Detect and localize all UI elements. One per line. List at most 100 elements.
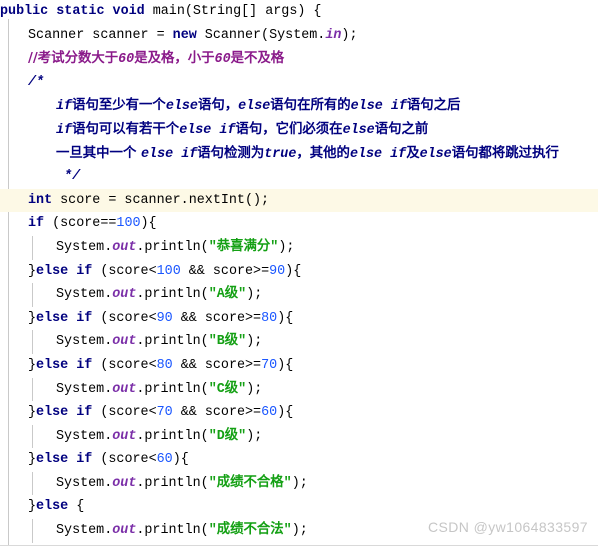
comment-token: 语句都将跳过执行 — [451, 145, 559, 161]
code-token: if — [76, 263, 93, 279]
code-token: } — [28, 310, 37, 326]
code-token: ); — [246, 381, 263, 397]
code-line-21[interactable]: System.out.println("成绩不合格"); — [0, 471, 598, 496]
code-token: (score< — [92, 405, 157, 421]
code-token: ){ — [277, 357, 294, 373]
code-line-10[interactable]: if (score==100){ — [0, 212, 598, 236]
comment-token: 语句在所有的 — [270, 98, 351, 114]
code-line-20[interactable]: }else if (score<60){ — [0, 448, 598, 472]
code-token: if — [28, 216, 45, 232]
code-token: 60 — [156, 452, 173, 468]
code-token: main(String[] args) { — [144, 4, 322, 19]
code-token: System. — [56, 428, 113, 444]
code-line-13[interactable]: System.out.println("A级"); — [0, 283, 598, 307]
code-token: && score>= — [172, 310, 262, 326]
comment-line-8[interactable]: */ — [0, 165, 598, 189]
code-token: ); — [291, 475, 308, 491]
code-line-15[interactable]: System.out.println("B级"); — [0, 330, 598, 354]
code-token: out — [112, 239, 137, 255]
code-line-2[interactable]: Scanner scanner = new Scanner(System.in)… — [0, 24, 598, 48]
code-token: out — [112, 475, 137, 491]
code-token: "成绩不合格" — [208, 475, 292, 491]
code-token: ); — [246, 334, 263, 350]
code-token: (score< — [92, 310, 157, 326]
code-token: { — [68, 499, 85, 515]
comment-token: else if — [350, 99, 407, 115]
code-content[interactable]: public static void main(String[] args) {… — [0, 0, 598, 545]
code-token: else — [36, 405, 69, 421]
code-line-1[interactable]: public static void main(String[] args) { — [0, 0, 598, 24]
code-token: System. — [56, 287, 113, 303]
csdn-watermark: CSDN @yw1064833597 — [428, 519, 588, 535]
comment-token: 语句， — [197, 98, 239, 114]
comment-token: 语句可以有若干个 — [72, 121, 180, 137]
code-line-18[interactable]: }else if (score<70 && score>=60){ — [0, 401, 598, 425]
code-token: } — [28, 263, 37, 279]
comment-line-3[interactable]: //考试分数大于60是及格，小于60是不及格 — [0, 47, 598, 71]
code-line-22[interactable]: }else { — [0, 495, 598, 519]
comment-token: 语句，它们必须在 — [235, 121, 343, 137]
code-token: else — [36, 452, 69, 468]
code-line-11[interactable]: System.out.println("恭喜满分"); — [0, 235, 598, 260]
code-token: if — [76, 357, 93, 373]
code-token: 100 — [156, 263, 181, 279]
code-line-12[interactable]: }else if (score<100 && score>=90){ — [0, 260, 598, 284]
comment-line-7[interactable]: 一旦其中一个 else if语句检测为true，其他的else if及else语… — [0, 142, 598, 166]
code-token: public — [0, 4, 49, 19]
code-token: ){ — [172, 452, 189, 468]
comment-line-5[interactable]: if语句至少有一个else语句，else语句在所有的else if语句之后 — [0, 94, 598, 118]
code-token: out — [112, 287, 137, 303]
code-token: out — [112, 428, 137, 444]
code-token: else — [36, 310, 69, 326]
code-token: "成绩不合法" — [208, 523, 292, 539]
code-line-14[interactable]: }else if (score<90 && score>=80){ — [0, 307, 598, 331]
code-token: && score>= — [172, 405, 262, 421]
comment-token: 一旦其中一个 — [56, 145, 142, 161]
code-token: 100 — [116, 216, 141, 232]
comment-token: //考试分数大于 — [28, 51, 119, 67]
code-token: score = scanner.nextInt(); — [52, 192, 270, 208]
code-line-17[interactable]: System.out.println("C级"); — [0, 377, 598, 402]
code-token: } — [28, 452, 37, 468]
code-token: System. — [56, 239, 113, 255]
code-token: } — [28, 499, 37, 515]
code-token: 90 — [269, 263, 286, 279]
comment-token: 语句检测为 — [197, 145, 265, 161]
comment-token: */ — [56, 169, 81, 185]
code-token: "D级" — [208, 428, 247, 444]
code-line-24[interactable]: } — [0, 543, 598, 545]
comment-line-4[interactable]: /* — [0, 71, 598, 95]
code-token: (score< — [92, 357, 157, 373]
comment-token: else if — [349, 146, 407, 162]
code-token: System. — [56, 334, 113, 350]
comment-token: /* — [28, 74, 45, 90]
comment-line-6[interactable]: if语句可以有若干个else if语句，它们必须在else语句之前 — [0, 118, 598, 142]
code-token: 80 — [156, 357, 173, 373]
comment-token: 是及格，小于 — [134, 51, 215, 67]
code-token: (score< — [92, 452, 157, 468]
code-token: 70 — [261, 357, 278, 373]
code-token: .println( — [136, 381, 209, 397]
code-token: "A级" — [208, 287, 247, 303]
code-token: "C级" — [208, 381, 247, 397]
comment-token: else — [419, 146, 452, 162]
code-line-9[interactable]: int score = scanner.nextInt(); — [0, 188, 598, 213]
comment-token: else if — [179, 122, 236, 138]
code-token: .println( — [136, 475, 209, 491]
code-editor-pane[interactable]: public static void main(String[] args) {… — [0, 0, 598, 546]
code-token: "恭喜满分" — [208, 239, 279, 255]
code-token: ){ — [277, 310, 294, 326]
code-line-19[interactable]: System.out.println("D级"); — [0, 424, 598, 449]
code-line-16[interactable]: }else if (score<80 && score>=70){ — [0, 354, 598, 378]
code-token: ); — [278, 239, 295, 255]
code-token: } — [28, 405, 37, 421]
comment-token: else if — [141, 146, 198, 162]
code-token: .println( — [136, 239, 209, 255]
comment-token: else — [342, 122, 375, 138]
comment-token: ，其他的 — [296, 145, 350, 161]
code-token: .println( — [136, 334, 209, 350]
code-token: out — [112, 523, 137, 539]
code-token: "B级" — [208, 334, 247, 350]
code-token: Scanner scanner = — [28, 27, 173, 43]
